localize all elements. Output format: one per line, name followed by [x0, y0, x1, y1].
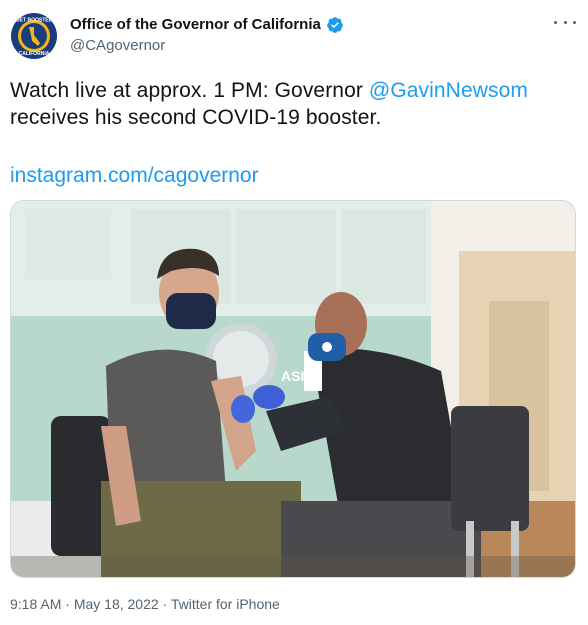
display-name[interactable]: Office of the Governor of California [70, 15, 321, 35]
tweet-date[interactable]: May 18, 2022 [74, 596, 159, 612]
dot-icon [554, 20, 557, 24]
tweet-card: GET BOOSTED CALIFORNIA Office of the Gov… [0, 0, 588, 625]
instagram-link[interactable]: instagram.com/cagovernor [10, 162, 259, 189]
account-handle[interactable]: @CAgovernor [70, 36, 344, 56]
dot-icon [563, 20, 567, 24]
tweet-source[interactable]: Twitter for iPhone [171, 596, 280, 612]
tweet-text: Watch live at approx. 1 PM: Governor @Ga… [10, 77, 578, 131]
avatar-text-bottom: CALIFORNIA [19, 51, 50, 57]
separator: · [61, 596, 74, 612]
verified-badge-icon [326, 17, 343, 33]
avatar-text-top: GET BOOSTED [16, 18, 53, 24]
tweet-header: Office of the Governor of California @CA… [70, 15, 344, 56]
avatar[interactable]: GET BOOSTED CALIFORNIA [11, 13, 57, 59]
tweet-text-part1: Watch live at approx. 1 PM: Governor [10, 79, 369, 102]
more-options-icon[interactable] [554, 12, 576, 32]
tweet-meta: 9:18 AM · May 18, 2022 · Twitter for iPh… [10, 595, 280, 613]
tweet-time[interactable]: 9:18 AM [10, 596, 61, 612]
tweet-text-part2: receives his second COVID-19 booster. [10, 106, 382, 129]
mention-link[interactable]: @GavinNewsom [369, 79, 528, 102]
separator: · [158, 596, 171, 612]
vaccination-photo: ASIAN HEA [11, 201, 575, 577]
name-row: Office of the Governor of California [70, 15, 344, 35]
tweet-photo[interactable]: ASIAN HEA [10, 200, 576, 578]
california-seal-icon: GET BOOSTED CALIFORNIA [12, 14, 56, 58]
dot-icon [573, 20, 576, 24]
